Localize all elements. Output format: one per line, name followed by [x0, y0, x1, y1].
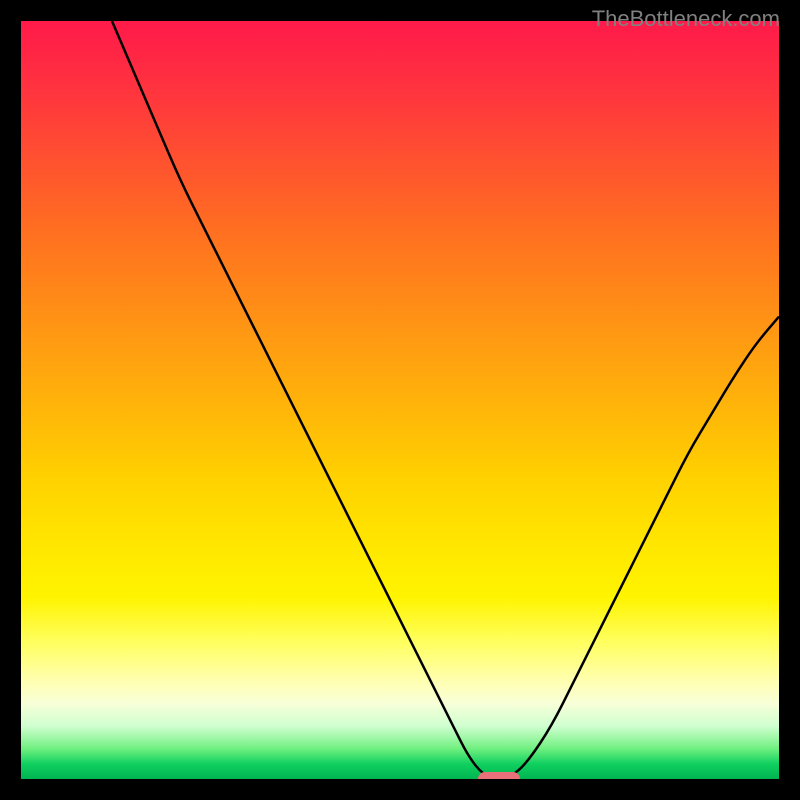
curve-line	[21, 21, 779, 779]
chart-container: TheBottleneck.com	[0, 0, 800, 800]
watermark-text: TheBottleneck.com	[592, 6, 780, 32]
plot-area	[21, 21, 779, 779]
bottleneck-marker	[478, 772, 520, 779]
